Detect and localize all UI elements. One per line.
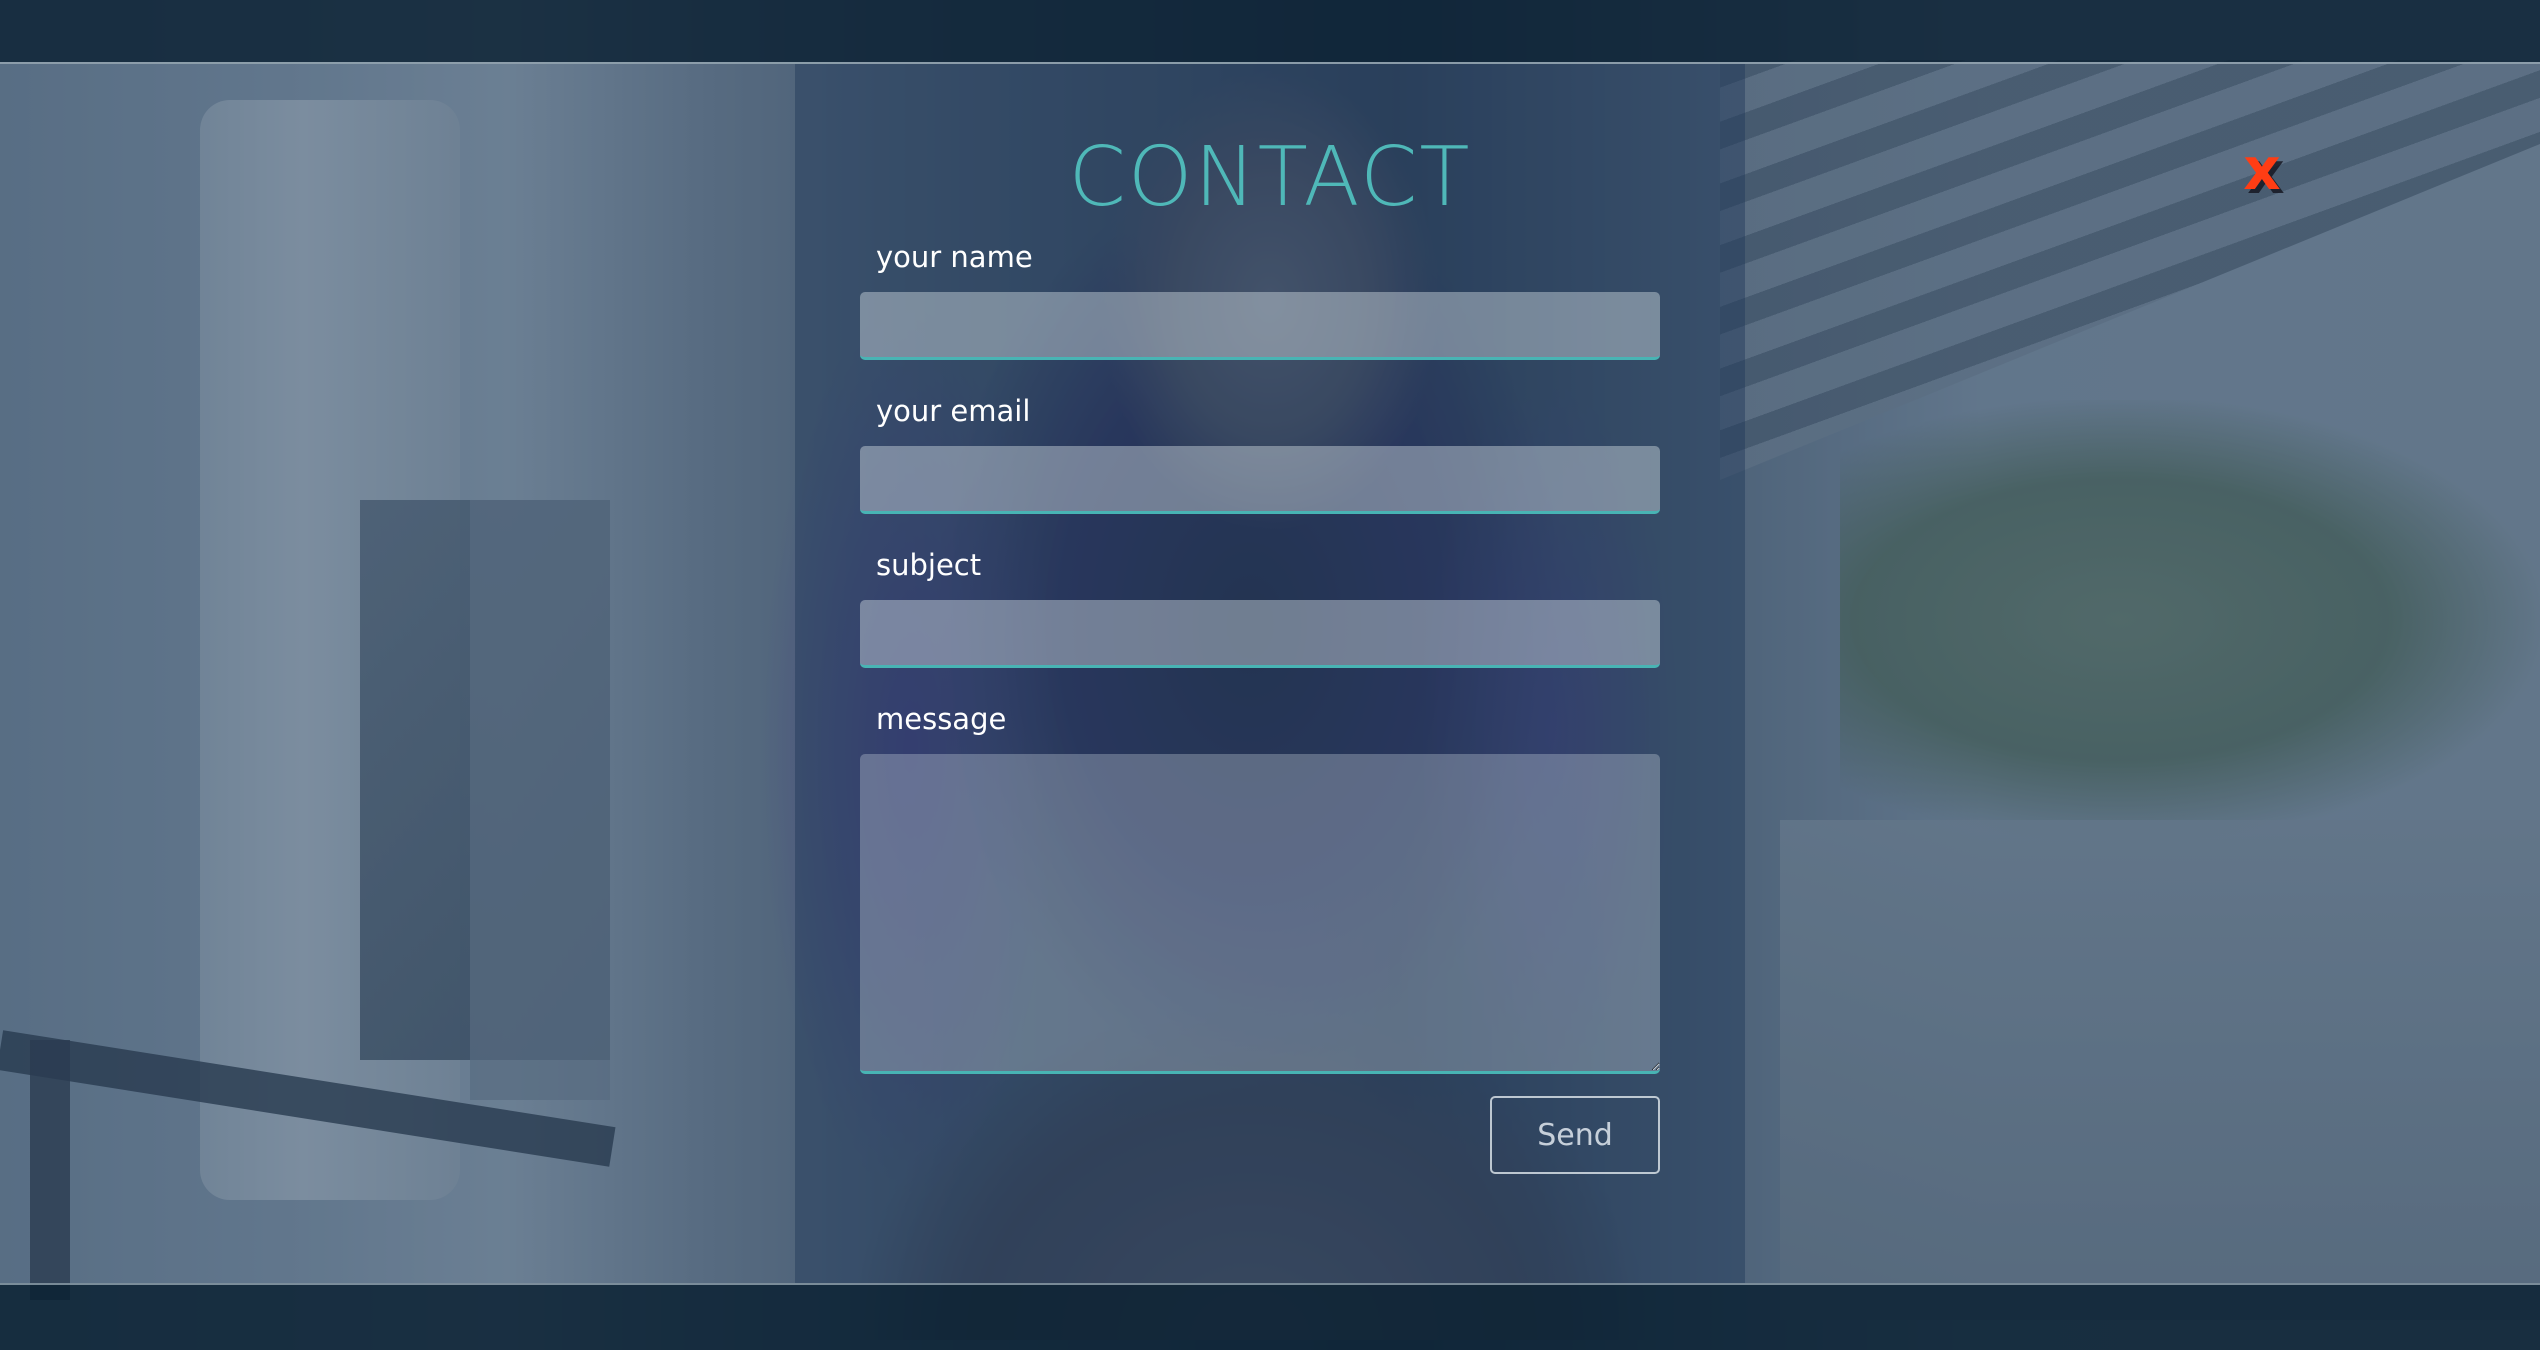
close-icon[interactable]: x [2232, 134, 2292, 204]
contact-form: your name your email subject message Sen… [860, 236, 1660, 1176]
message-label: message [876, 702, 1007, 736]
subject-label: subject [876, 548, 982, 582]
name-label: your name [876, 240, 1033, 274]
name-field-group: your name [860, 236, 1660, 360]
message-field-group: message [860, 698, 1660, 1074]
send-row: Send [860, 1096, 1660, 1176]
message-textarea[interactable] [860, 754, 1660, 1074]
top-bar [0, 0, 2540, 64]
subject-input[interactable] [860, 600, 1660, 668]
send-button[interactable]: Send [1490, 1096, 1660, 1174]
email-input[interactable] [860, 446, 1660, 514]
name-input[interactable] [860, 292, 1660, 360]
subject-field-group: subject [860, 544, 1660, 668]
contact-title: CONTACT [1068, 130, 1472, 225]
email-label: your email [876, 394, 1031, 428]
email-field-group: your email [860, 390, 1660, 514]
contact-page: CONTACT x your name your email subject m… [0, 0, 2540, 1350]
bottom-bar [0, 1283, 2540, 1350]
